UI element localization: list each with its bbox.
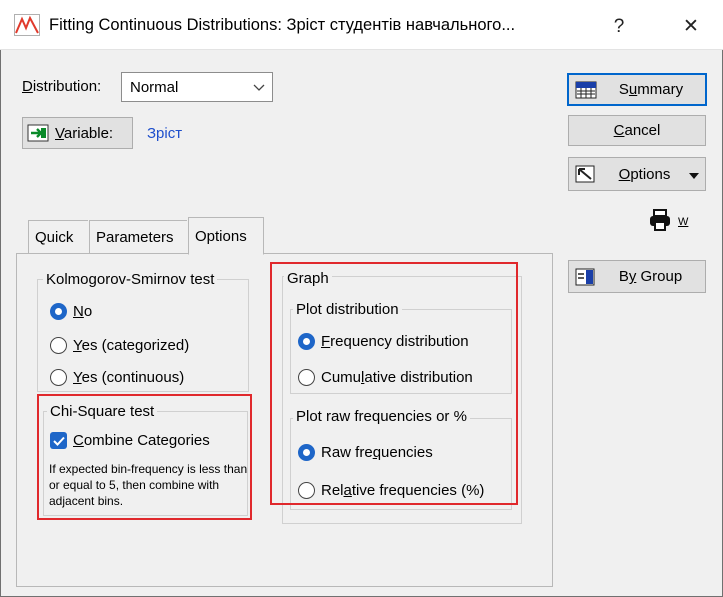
summary-button[interactable]: Summary bbox=[567, 73, 707, 106]
variable-button-label: Variable: bbox=[55, 124, 114, 142]
distribution-select[interactable]: Normal bbox=[121, 72, 273, 102]
radio-icon bbox=[50, 337, 67, 354]
summary-icon bbox=[575, 80, 597, 100]
dropdown-arrow-icon bbox=[683, 166, 705, 183]
app-icon bbox=[14, 14, 40, 40]
by-group-button[interactable]: By Group bbox=[568, 260, 706, 293]
summary-label: Summary bbox=[618, 81, 684, 98]
window-title: Fitting Continuous Distributions: Зріст … bbox=[49, 16, 516, 34]
distribution-value: Normal bbox=[130, 78, 179, 96]
cancel-button[interactable]: Cancel bbox=[568, 115, 706, 146]
chi-square-highlight bbox=[37, 394, 252, 520]
graph-highlight bbox=[270, 262, 518, 505]
variable-icon bbox=[27, 123, 49, 143]
ks-yes-categorized-label: Yes (categorized) bbox=[73, 337, 190, 354]
ks-no-radio[interactable]: No bbox=[50, 303, 92, 320]
options-icon bbox=[574, 164, 596, 184]
radio-selected-icon bbox=[50, 303, 67, 320]
ks-no-label: No bbox=[73, 303, 93, 320]
chevron-down-icon bbox=[246, 79, 272, 96]
ks-yes-continuous-label: Yes (continuous) bbox=[73, 369, 185, 386]
radio-icon bbox=[50, 369, 67, 386]
by-group-label: By Group bbox=[618, 268, 683, 285]
by-group-icon bbox=[574, 267, 596, 287]
tab-quick[interactable]: Quick bbox=[28, 220, 88, 254]
variable-value: Зріст bbox=[147, 125, 183, 142]
variable-button[interactable]: Variable: bbox=[22, 117, 133, 149]
options-label: Options bbox=[618, 165, 671, 183]
cancel-label: Cancel bbox=[613, 122, 661, 139]
title-bar: Fitting Continuous Distributions: Зріст … bbox=[0, 0, 723, 50]
options-button[interactable]: Options bbox=[568, 157, 706, 191]
printer-icon bbox=[648, 209, 674, 235]
help-button[interactable]: ? bbox=[599, 12, 639, 42]
ks-yes-categorized-radio[interactable]: Yes (categorized) bbox=[50, 337, 189, 354]
ks-yes-continuous-radio[interactable]: Yes (continuous) bbox=[50, 369, 184, 386]
distribution-label: Distribution: bbox=[22, 78, 102, 95]
w-label: W bbox=[678, 216, 689, 228]
ks-test-title: Kolmogorov-Smirnov test bbox=[43, 271, 218, 288]
tab-parameters[interactable]: Parameters bbox=[89, 220, 187, 254]
close-button[interactable]: ✕ bbox=[671, 12, 711, 42]
tab-options[interactable]: Options bbox=[188, 217, 264, 255]
w-button[interactable]: W bbox=[648, 209, 688, 235]
